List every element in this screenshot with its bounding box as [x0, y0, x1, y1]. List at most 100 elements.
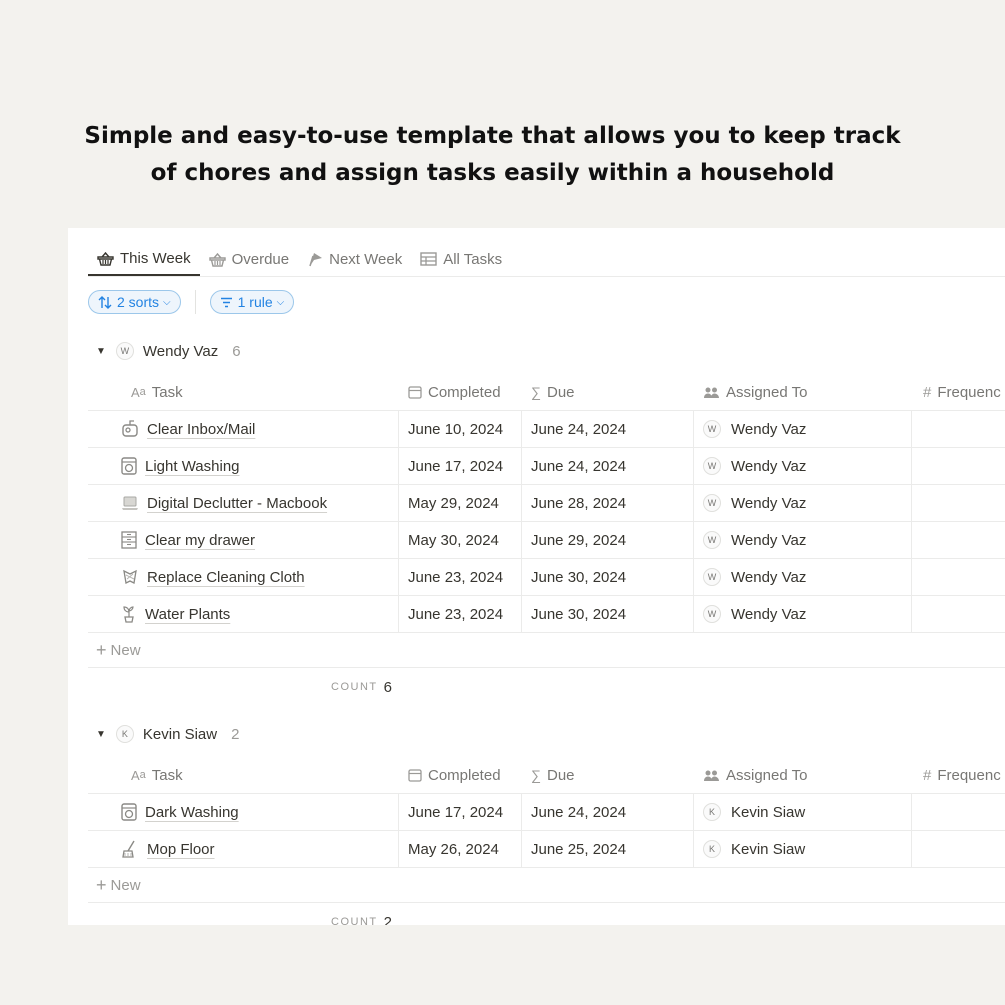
- task-name[interactable]: Dark Washing: [145, 804, 239, 821]
- due-date: June 24, 2024: [531, 420, 627, 438]
- tab-label: Next Week: [329, 250, 403, 268]
- frequency-cell[interactable]: [912, 522, 1005, 558]
- table-row[interactable]: Light Washing June 17, 2024 June 24, 2024 W…: [88, 448, 1005, 485]
- column-due[interactable]: ∑ Due: [522, 757, 694, 793]
- table-row[interactable]: Replace Cleaning Cloth June 23, 2024 June …: [88, 559, 1005, 596]
- new-row-button[interactable]: + New: [88, 633, 1005, 668]
- assigned-cell[interactable]: W Wendy Vaz: [694, 522, 912, 558]
- completed-date: June 23, 2024: [408, 568, 504, 586]
- frequency-cell[interactable]: [912, 794, 1005, 830]
- due-cell[interactable]: June 28, 2024: [522, 485, 694, 521]
- sorts-button[interactable]: 2 sorts ⌵: [88, 290, 181, 314]
- completed-cell[interactable]: May 26, 2024: [399, 831, 522, 867]
- task-cell[interactable]: Digital Declutter - Macbook: [88, 485, 399, 521]
- frequency-cell[interactable]: [912, 831, 1005, 867]
- plus-icon: +: [96, 874, 107, 895]
- table-row[interactable]: Dark Washing June 17, 2024 June 24, 2024 K K…: [88, 794, 1005, 831]
- column-completed[interactable]: Completed: [399, 374, 522, 410]
- table-icon: [420, 252, 437, 266]
- count-row[interactable]: COUNT 6: [88, 668, 1005, 706]
- avatar: K: [703, 803, 721, 821]
- group-header[interactable]: ▼ W Wendy Vaz 6: [96, 338, 241, 364]
- assigned-cell[interactable]: W Wendy Vaz: [694, 448, 912, 484]
- avatar: W: [703, 531, 721, 549]
- avatar: W: [115, 342, 134, 360]
- column-frequency[interactable]: # Frequenc: [912, 757, 1005, 793]
- task-cell[interactable]: Water Plants: [88, 596, 399, 632]
- task-name[interactable]: Light Washing: [145, 458, 240, 475]
- column-assigned[interactable]: Assigned To: [694, 757, 912, 793]
- completed-cell[interactable]: June 23, 2024: [399, 559, 522, 595]
- calendar-icon: [408, 385, 422, 399]
- due-cell[interactable]: June 30, 2024: [522, 559, 694, 595]
- text-property-icon: Aa: [131, 384, 146, 400]
- task-name[interactable]: Replace Cleaning Cloth: [147, 569, 305, 586]
- table-header: Aa Task Completed ∑ Due Assigned To # Frequenc: [88, 374, 1005, 411]
- due-cell[interactable]: June 24, 2024: [522, 411, 694, 447]
- tab-all-tasks[interactable]: All Tasks: [411, 242, 511, 276]
- new-row-button[interactable]: + New: [88, 868, 1005, 903]
- rule-button[interactable]: 1 rule ⌵: [209, 290, 295, 314]
- assigned-cell[interactable]: K Kevin Siaw: [694, 794, 912, 830]
- database-card: This Week Overdue Next Week All Tasks 2 …: [68, 228, 1005, 925]
- divider: [194, 290, 196, 314]
- table-row[interactable]: Clear Inbox/Mail June 10, 2024 June 24, 20…: [88, 411, 1005, 448]
- tab-this-week[interactable]: This Week: [88, 242, 200, 276]
- caret-down-icon[interactable]: ▼: [96, 729, 106, 740]
- frequency-cell[interactable]: [912, 411, 1005, 447]
- tab-next-week[interactable]: Next Week: [298, 242, 411, 276]
- new-label: New: [110, 876, 141, 894]
- cloth-icon: [120, 567, 140, 587]
- task-cell[interactable]: Mop Floor: [88, 831, 399, 867]
- assigned-cell[interactable]: W Wendy Vaz: [694, 559, 912, 595]
- caret-down-icon[interactable]: ▼: [96, 346, 106, 357]
- frequency-cell[interactable]: [912, 559, 1005, 595]
- column-task[interactable]: Aa Task: [88, 757, 399, 793]
- task-name[interactable]: Clear Inbox/Mail: [147, 421, 255, 438]
- due-cell[interactable]: June 24, 2024: [522, 794, 694, 830]
- table-row[interactable]: Digital Declutter - Macbook May 29, 2024 J…: [88, 485, 1005, 522]
- completed-cell[interactable]: May 30, 2024: [399, 522, 522, 558]
- due-cell[interactable]: June 29, 2024: [522, 522, 694, 558]
- table-row[interactable]: Water Plants June 23, 2024 June 30, 2024 W W…: [88, 596, 1005, 633]
- assigned-cell[interactable]: K Kevin Siaw: [694, 831, 912, 867]
- task-name[interactable]: Water Plants: [145, 606, 230, 623]
- completed-cell[interactable]: June 17, 2024: [399, 794, 522, 830]
- group-header[interactable]: ▼ K Kevin Siaw 2: [96, 721, 239, 747]
- task-cell[interactable]: Light Washing: [88, 448, 399, 484]
- column-due-label: Due: [546, 766, 575, 784]
- due-cell[interactable]: June 30, 2024: [522, 596, 694, 632]
- due-cell[interactable]: June 24, 2024: [522, 448, 694, 484]
- frequency-cell[interactable]: [912, 448, 1005, 484]
- column-assigned-label: Assigned To: [726, 383, 808, 401]
- task-name[interactable]: Mop Floor: [147, 841, 215, 858]
- completed-cell[interactable]: June 10, 2024: [399, 411, 522, 447]
- frequency-cell[interactable]: [912, 485, 1005, 521]
- completed-cell[interactable]: June 17, 2024: [399, 448, 522, 484]
- task-cell[interactable]: Replace Cleaning Cloth: [88, 559, 399, 595]
- group-count: 6: [232, 342, 241, 360]
- completed-cell[interactable]: June 23, 2024: [399, 596, 522, 632]
- column-task[interactable]: Aa Task: [88, 374, 399, 410]
- column-due[interactable]: ∑ Due: [522, 374, 694, 410]
- assigned-cell[interactable]: W Wendy Vaz: [694, 596, 912, 632]
- task-cell[interactable]: Clear Inbox/Mail: [88, 411, 399, 447]
- assigned-cell[interactable]: W Wendy Vaz: [694, 411, 912, 447]
- task-name[interactable]: Clear my drawer: [145, 532, 255, 549]
- due-cell[interactable]: June 25, 2024: [522, 831, 694, 867]
- table-row[interactable]: Mop Floor May 26, 2024 June 25, 2024 K Kevin…: [88, 831, 1005, 868]
- task-cell[interactable]: Dark Washing: [88, 794, 399, 830]
- task-name[interactable]: Digital Declutter - Macbook: [147, 495, 327, 512]
- task-cell[interactable]: Clear my drawer: [88, 522, 399, 558]
- column-completed[interactable]: Completed: [399, 757, 522, 793]
- tab-overdue[interactable]: Overdue: [200, 242, 299, 276]
- table-row[interactable]: Clear my drawer May 30, 2024 June 29, 2024…: [88, 522, 1005, 559]
- frequency-cell[interactable]: [912, 596, 1005, 632]
- completed-cell[interactable]: May 29, 2024: [399, 485, 522, 521]
- assignee-name: Wendy Vaz: [731, 568, 807, 586]
- column-assigned[interactable]: Assigned To: [694, 374, 912, 410]
- count-row[interactable]: COUNT 2: [88, 903, 1005, 926]
- column-frequency[interactable]: # Frequenc: [912, 374, 1005, 410]
- assigned-cell[interactable]: W Wendy Vaz: [694, 485, 912, 521]
- completed-date: June 17, 2024: [408, 803, 504, 821]
